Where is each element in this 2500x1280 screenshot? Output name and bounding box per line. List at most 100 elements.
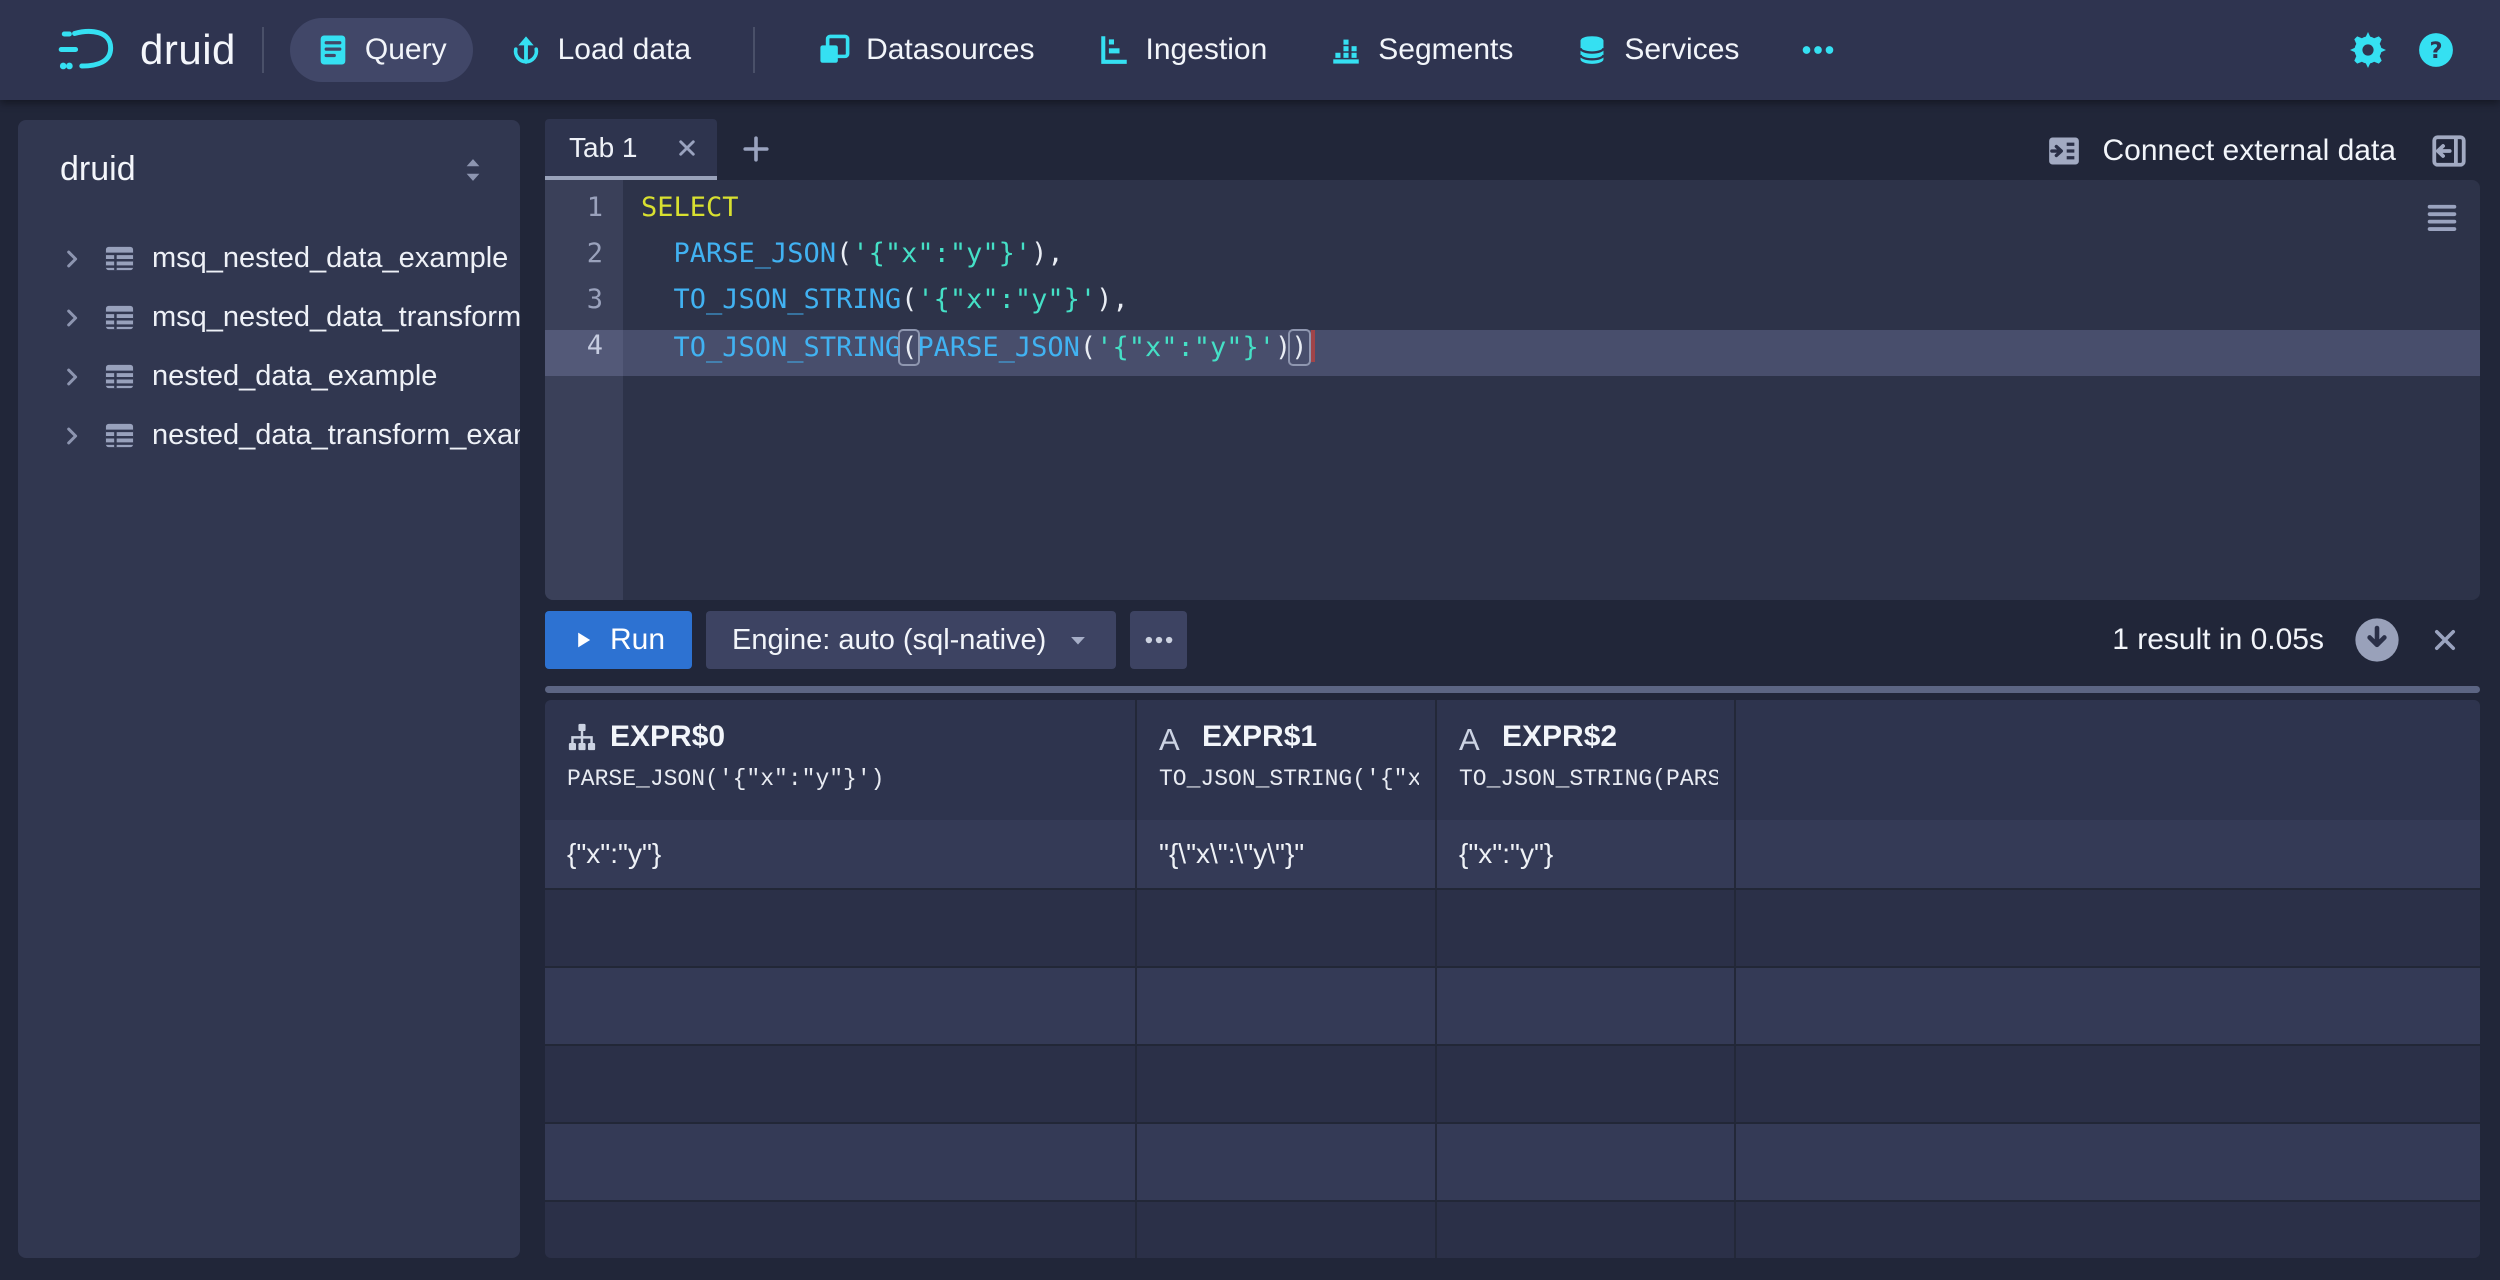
- text-cursor: [1311, 330, 1315, 362]
- sql-editor[interactable]: 1234 SELECT PARSE_JSON('{"x":"y"}'), TO_…: [545, 180, 2480, 600]
- table-cell[interactable]: [1137, 1202, 1437, 1258]
- table-row: {"x":"y"}"{\"x\":\"y\"}"{"x":"y"}: [545, 820, 2480, 890]
- gear-icon[interactable]: [2350, 32, 2386, 68]
- brand-name: druid: [140, 26, 236, 74]
- table-cell[interactable]: [1437, 1046, 1736, 1124]
- nav-item-load-data[interactable]: Load data: [483, 18, 717, 82]
- result-status: 1 result in 0.05s: [2112, 623, 2324, 657]
- table-icon: [104, 361, 135, 392]
- chevron-right-icon[interactable]: [60, 306, 84, 330]
- datasource-tree: msq_nested_data_example msq_nested_data_t…: [18, 229, 520, 465]
- druid-console: druid Query Load data DatasourcesIngestion…: [0, 0, 2500, 1280]
- table-cell[interactable]: [1437, 1124, 1736, 1202]
- editor-menu-icon[interactable]: [2424, 200, 2460, 236]
- sql-token: ): [1288, 329, 1310, 366]
- table-row: [545, 968, 2480, 1046]
- more-icon: [1801, 33, 1835, 67]
- table-cell-filler: [1736, 968, 2480, 1046]
- table-row: [545, 1202, 2480, 1258]
- open-panel-icon[interactable]: [2430, 132, 2468, 170]
- datasource-name: msq_nested_data_example: [152, 242, 508, 275]
- results-column-header[interactable]: AEXPR$1 TO_JSON_STRING('{"x"…: [1137, 700, 1437, 820]
- load-data-icon: [509, 33, 543, 67]
- nav-item-query[interactable]: Query: [290, 18, 473, 82]
- table-cell[interactable]: {"x":"y"}: [1437, 820, 1736, 890]
- table-row: [545, 1124, 2480, 1202]
- results-column-header[interactable]: AEXPR$2TO_JSON_STRING(PARSE…: [1437, 700, 1736, 820]
- table-cell[interactable]: [545, 1046, 1137, 1124]
- table-cell[interactable]: [1137, 968, 1437, 1046]
- sql-token: [641, 332, 674, 363]
- chevron-right-icon[interactable]: [60, 365, 84, 389]
- line-number: 2: [545, 238, 623, 284]
- column-name: EXPR$2: [1502, 720, 1617, 754]
- sql-token: PARSE_JSON: [674, 238, 837, 269]
- datasource-name: nested_data_transform_exampl: [152, 419, 520, 452]
- table-cell[interactable]: [545, 968, 1137, 1046]
- run-button[interactable]: Run: [545, 611, 692, 669]
- chevron-right-icon[interactable]: [60, 247, 84, 271]
- code-line[interactable]: PARSE_JSON('{"x":"y"}'),: [623, 238, 2480, 284]
- engine-select[interactable]: Engine: auto (sql-native): [706, 611, 1116, 669]
- code-line[interactable]: TO_JSON_STRING('{"x":"y"}'),: [623, 284, 2480, 330]
- line-number: 1: [545, 192, 623, 238]
- segments-icon: [1329, 33, 1363, 67]
- table-cell[interactable]: [1437, 1202, 1736, 1258]
- table-cell-filler: [1736, 820, 2480, 890]
- table-cell[interactable]: [1137, 890, 1437, 968]
- nav-item-label: Query: [365, 33, 447, 67]
- datasource-tree-item[interactable]: msq_nested_data_transform_ex: [18, 288, 520, 347]
- table-cell[interactable]: [545, 890, 1137, 968]
- play-icon: [572, 629, 594, 651]
- table-cell[interactable]: [1437, 968, 1736, 1046]
- results-body: {"x":"y"}"{\"x\":\"y\"}"{"x":"y"}: [545, 820, 2480, 1258]
- nav-item-segments[interactable]: Segments: [1303, 18, 1539, 82]
- nav-item-services[interactable]: Services: [1549, 18, 1765, 82]
- table-row: [545, 1046, 2480, 1124]
- query-more-button[interactable]: [1130, 611, 1187, 669]
- connect-external-data-button[interactable]: Connect external data: [2046, 133, 2396, 169]
- add-tab-icon[interactable]: [740, 133, 772, 165]
- run-label: Run: [610, 623, 665, 657]
- double-caret-vertical-icon[interactable]: [458, 155, 488, 185]
- datasource-tree-item[interactable]: nested_data_example: [18, 347, 520, 406]
- ingestion-icon: [1097, 33, 1131, 67]
- query-icon: [316, 33, 350, 67]
- code-line[interactable]: TO_JSON_STRING(PARSE_JSON('{"x":"y"}')): [623, 330, 2480, 376]
- query-tab[interactable]: Tab 1: [545, 119, 717, 180]
- brand[interactable]: druid: [56, 25, 236, 75]
- table-icon: [104, 420, 135, 451]
- sql-token: '{"x":"y"}': [852, 238, 1031, 269]
- results-column-header[interactable]: EXPR$0PARSE_JSON('{"x":"y"}'): [545, 700, 1137, 820]
- nav-divider: [262, 27, 264, 73]
- table-cell[interactable]: [1137, 1046, 1437, 1124]
- code-line[interactable]: SELECT: [623, 192, 2480, 238]
- table-cell[interactable]: [545, 1124, 1137, 1202]
- result-status-cluster: 1 result in 0.05s: [2112, 617, 2480, 663]
- table-cell[interactable]: [1437, 890, 1736, 968]
- close-results-icon[interactable]: [2430, 625, 2460, 655]
- nav-item-ingestion[interactable]: Ingestion: [1071, 18, 1294, 82]
- results-header-filler: [1736, 700, 2480, 820]
- table-cell[interactable]: "{\"x\":\"y\"}": [1137, 820, 1437, 890]
- close-icon[interactable]: [675, 136, 699, 160]
- schema-sidebar: druid msq_nested_data_examplemsq_nested_…: [18, 120, 520, 1258]
- datasource-tree-item[interactable]: msq_nested_data_example: [18, 229, 520, 288]
- datasource-tree-item[interactable]: nested_data_transform_exampl: [18, 406, 520, 465]
- editor-code-area[interactable]: SELECT PARSE_JSON('{"x":"y"}'), TO_JSON_…: [623, 180, 2480, 600]
- nav-item-datasources[interactable]: Datasources: [791, 18, 1060, 82]
- column-expression: TO_JSON_STRING('{"x"…: [1159, 766, 1419, 792]
- column-title: AEXPR$1: [1159, 720, 1419, 754]
- download-icon[interactable]: [2354, 617, 2400, 663]
- table-cell[interactable]: [545, 1202, 1137, 1258]
- nav-item-more[interactable]: [1775, 18, 1861, 82]
- panel-resize-handle[interactable]: [545, 686, 2480, 693]
- sql-token: TO_JSON_STRING: [674, 332, 902, 363]
- help-icon[interactable]: ?: [2418, 32, 2454, 68]
- table-cell[interactable]: {"x":"y"}: [545, 820, 1137, 890]
- table-cell[interactable]: [1137, 1124, 1437, 1202]
- chevron-right-icon[interactable]: [60, 424, 84, 448]
- table-cell-filler: [1736, 1202, 2480, 1258]
- sidebar-header: druid: [18, 120, 520, 189]
- nav-item-label: Services: [1624, 33, 1739, 67]
